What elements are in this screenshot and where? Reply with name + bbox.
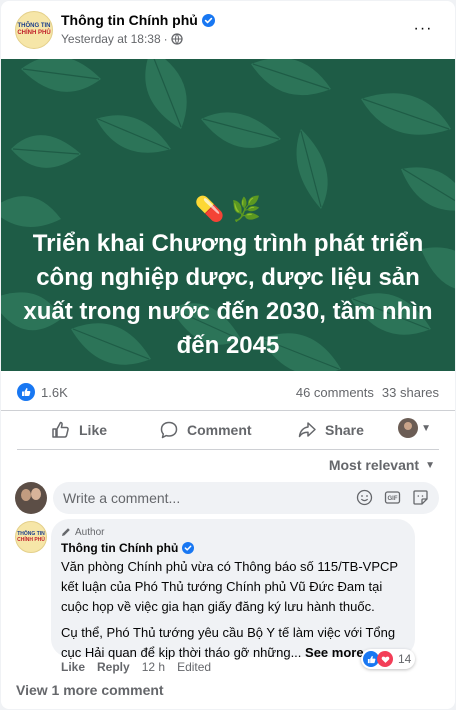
banner-title: Triển khai Chương trình phát triển công …: [23, 230, 433, 359]
post-meta: Yesterday at 18:38 ·: [61, 32, 183, 46]
comment-paragraph-1: Văn phòng Chính phủ vừa có Thông báo số …: [61, 559, 398, 614]
react-as-selector[interactable]: ▼: [398, 418, 431, 438]
comment-composer: GIF: [53, 482, 439, 514]
comment-reaction-count: 14: [398, 652, 412, 666]
comment-paragraph-2: Cụ thể, Phó Thủ tướng yêu cầu Bộ Y tế là…: [61, 623, 405, 663]
post-timestamp-link[interactable]: Yesterday at 18:38: [61, 32, 161, 46]
gif-icon[interactable]: GIF: [384, 489, 401, 506]
comment-avatar-text-line2: CHÍNH PHỦ: [17, 537, 45, 543]
sticker-icon[interactable]: [412, 489, 429, 506]
sort-label: Most relevant: [328, 457, 420, 473]
meta-separator: ·: [163, 32, 168, 46]
comment-time-link[interactable]: 12 h: [142, 660, 165, 674]
current-user-avatar[interactable]: [15, 482, 47, 514]
avatar-text-line2: CHÍNH PHỦ: [17, 30, 51, 36]
share-arrow-icon: [298, 422, 316, 438]
view-more-comments-link[interactable]: View 1 more comment: [16, 682, 164, 698]
emoji-icon[interactable]: [356, 489, 373, 506]
globe-icon[interactable]: [170, 33, 183, 45]
comment-bubble-icon: [160, 421, 178, 439]
comment-button[interactable]: Comment: [159, 417, 252, 443]
commenter-row: Thông tin Chính phủ: [61, 541, 405, 555]
comment-reactions[interactable]: 14: [361, 649, 416, 669]
verified-badge-icon: [201, 13, 215, 27]
svg-text:GIF: GIF: [388, 496, 398, 502]
shares-count-link[interactable]: 33 shares: [382, 385, 439, 400]
page-avatar[interactable]: THÔNG TIN CHÍNH PHỦ: [15, 11, 53, 49]
author-badge: Author: [61, 526, 405, 538]
love-reaction-icon: [377, 651, 393, 667]
commenter-name-link[interactable]: Thông tin Chính phủ: [61, 541, 178, 555]
divider: [17, 449, 439, 450]
chevron-down-icon: ▼: [425, 459, 435, 471]
post-banner-image[interactable]: 💊 🌿 Triển khai Chương trình phát triển c…: [1, 59, 455, 371]
comment-like-button[interactable]: Like: [61, 660, 85, 674]
comment-sort-dropdown[interactable]: Most relevant ▼: [329, 457, 435, 473]
avatar-text-line1: THÔNG TIN: [17, 23, 51, 29]
page-name-link[interactable]: Thông tin Chính phủ: [61, 12, 198, 28]
post-actions: Like Comment Share ▼: [1, 411, 455, 449]
thumbs-up-icon: [52, 421, 69, 438]
share-button-label: Share: [325, 422, 364, 438]
post-header: THÔNG TIN CHÍNH PHỦ Thông tin Chính phủ …: [1, 1, 455, 59]
engagement-counts: 46 comments 33 shares: [296, 385, 439, 400]
like-button-label: Like: [79, 422, 108, 438]
post-card: THÔNG TIN CHÍNH PHỦ Thông tin Chính phủ …: [1, 1, 455, 709]
comment-reply-button[interactable]: Reply: [97, 660, 130, 674]
comment-button-label: Comment: [187, 422, 252, 438]
pencil-icon: [62, 528, 70, 536]
author-badge-label: Author: [75, 526, 105, 538]
comments-count-link[interactable]: 46 comments: [296, 385, 374, 400]
verified-badge-icon: [182, 542, 195, 554]
comment-input[interactable]: [63, 482, 353, 514]
composer-tools: GIF: [356, 489, 429, 506]
caret-down-icon: ▼: [421, 422, 431, 434]
comment-bubble: Author Thông tin Chính phủ Văn phòng Chí…: [51, 519, 415, 660]
comment-edited-label: Edited: [177, 660, 212, 674]
see-more-link[interactable]: See more: [305, 645, 364, 660]
page-name-row: Thông tin Chính phủ: [61, 12, 215, 28]
reactions-summary: 1.6K 46 comments 33 shares: [1, 373, 455, 411]
like-button[interactable]: Like: [51, 417, 107, 443]
user-avatar: [398, 418, 419, 438]
share-button[interactable]: Share: [297, 417, 364, 443]
comment-actions: Like Reply 12 h Edited: [61, 660, 211, 674]
commenter-avatar[interactable]: THÔNG TIN CHÍNH PHỦ: [15, 521, 47, 553]
post-options-button[interactable]: ···: [409, 17, 437, 41]
like-reaction-icon[interactable]: [17, 383, 35, 401]
reaction-count-link[interactable]: 1.6K: [41, 385, 68, 400]
banner-emojis: 💊 🌿: [194, 196, 262, 223]
